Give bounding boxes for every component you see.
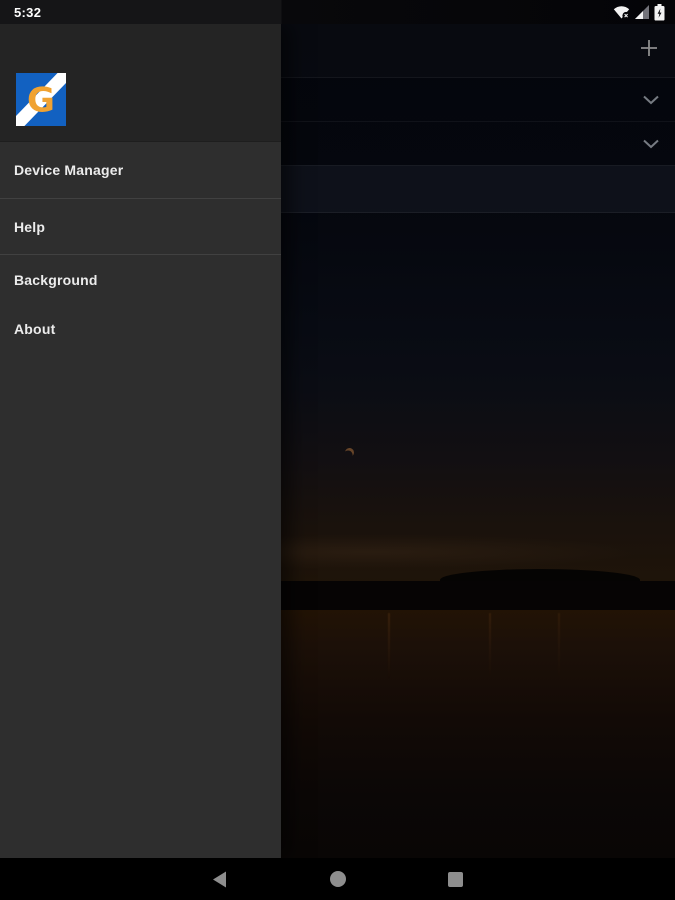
- chevron-down-icon[interactable]: [642, 138, 660, 149]
- navigation-drawer: G Device Manager Help Background About: [0, 24, 281, 858]
- recents-button[interactable]: [445, 868, 467, 890]
- sidebar-item-help[interactable]: Help: [0, 199, 281, 255]
- sidebar-item-device-manager[interactable]: Device Manager: [0, 142, 281, 199]
- sidebar-item-label: Background: [14, 271, 98, 288]
- sidebar-item-label: About: [14, 320, 56, 337]
- wifi-no-connection-icon: [613, 5, 630, 19]
- android-screen: G Device Manager Help Background About 5…: [0, 0, 675, 900]
- plus-icon: [641, 40, 657, 56]
- back-button[interactable]: [209, 868, 231, 890]
- home-button[interactable]: [327, 868, 349, 890]
- logo-letter: G: [27, 81, 55, 121]
- nav-bar: [0, 858, 675, 900]
- app-logo: G: [16, 73, 66, 126]
- status-icons: [613, 3, 665, 21]
- chevron-down-icon[interactable]: [642, 94, 660, 105]
- cell-signal-partial-icon: [635, 5, 649, 19]
- sidebar-item-label: Device Manager: [14, 162, 124, 178]
- home-icon: [329, 871, 346, 887]
- drawer-menu: Device Manager Help Background About: [0, 141, 281, 353]
- sidebar-item-about[interactable]: About: [0, 304, 281, 353]
- recents-icon: [448, 871, 463, 887]
- add-button[interactable]: [638, 37, 660, 59]
- back-icon: [213, 871, 226, 887]
- drawer-header: G: [0, 24, 281, 141]
- battery-charging-icon: [654, 3, 665, 20]
- status-bar: 5:32: [0, 0, 675, 24]
- sidebar-item-background[interactable]: Background: [0, 255, 281, 304]
- clock-text: 5:32: [14, 4, 42, 20]
- sidebar-item-label: Help: [14, 218, 46, 235]
